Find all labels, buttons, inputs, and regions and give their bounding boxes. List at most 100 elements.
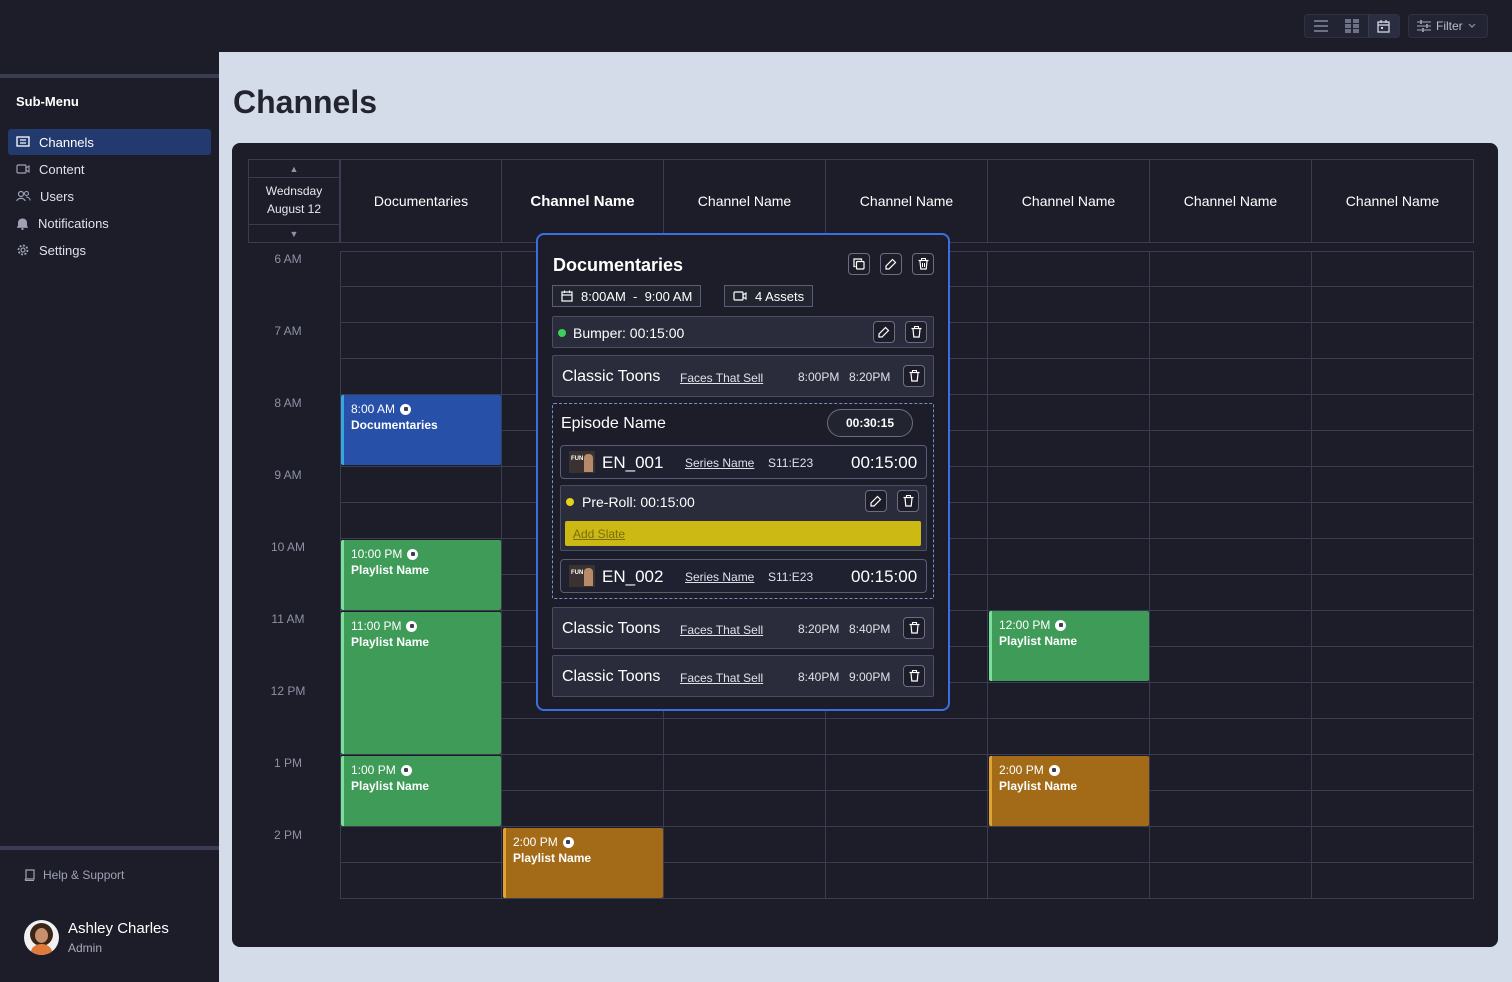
content-row[interactable]: Classic Toons Faces That Sell 8:20PM 8:4… bbox=[552, 607, 934, 649]
grid-cell[interactable] bbox=[988, 539, 1150, 575]
grid-cell[interactable] bbox=[1150, 431, 1312, 467]
grid-cell[interactable] bbox=[1312, 647, 1474, 683]
grid-cell[interactable] bbox=[1312, 251, 1474, 287]
grid-cell[interactable] bbox=[340, 863, 502, 899]
sidebar-item-users[interactable]: Users bbox=[8, 183, 211, 209]
grid-cell[interactable] bbox=[1150, 683, 1312, 719]
grid-cell[interactable] bbox=[1312, 467, 1474, 503]
delete-button[interactable] bbox=[912, 253, 934, 275]
grid-cell[interactable] bbox=[1150, 467, 1312, 503]
episode-item[interactable]: EN_002 Series Name S11:E23 00:15:00 bbox=[560, 559, 927, 593]
grid-cell[interactable] bbox=[1312, 611, 1474, 647]
filter-button[interactable]: Filter bbox=[1408, 14, 1488, 38]
grid-cell[interactable] bbox=[826, 719, 988, 755]
add-slate-button[interactable]: Add Slate bbox=[565, 521, 921, 546]
grid-cell[interactable] bbox=[988, 683, 1150, 719]
sidebar-item-channels[interactable]: Channels bbox=[8, 129, 211, 155]
edit-button[interactable] bbox=[865, 490, 887, 512]
schedule-event[interactable]: 2:00 PM Playlist Name bbox=[503, 828, 663, 898]
grid-cell[interactable] bbox=[826, 863, 988, 899]
delete-button[interactable] bbox=[905, 321, 927, 343]
list-view-icon[interactable] bbox=[1305, 15, 1336, 37]
grid-cell[interactable] bbox=[1150, 539, 1312, 575]
grid-cell[interactable] bbox=[988, 431, 1150, 467]
grid-cell[interactable] bbox=[1312, 431, 1474, 467]
grid-cell[interactable] bbox=[1150, 575, 1312, 611]
grid-cell[interactable] bbox=[1312, 755, 1474, 791]
grid-cell[interactable] bbox=[826, 755, 988, 791]
calendar-view-icon[interactable] bbox=[1367, 15, 1399, 37]
schedule-event[interactable]: 12:00 PM Playlist Name bbox=[989, 611, 1149, 681]
schedule-event[interactable]: 2:00 PM Playlist Name bbox=[989, 756, 1149, 826]
grid-cell[interactable] bbox=[1150, 323, 1312, 359]
sidebar-item-notifications[interactable]: Notifications bbox=[8, 210, 211, 236]
column-header[interactable]: Channel Name bbox=[988, 159, 1150, 243]
copy-button[interactable] bbox=[848, 253, 870, 275]
column-header[interactable]: Documentaries bbox=[340, 159, 502, 243]
grid-cell[interactable] bbox=[1150, 287, 1312, 323]
grid-cell[interactable] bbox=[988, 395, 1150, 431]
grid-cell[interactable] bbox=[1150, 647, 1312, 683]
grid-cell[interactable] bbox=[1312, 287, 1474, 323]
column-header[interactable]: Channel Name bbox=[1312, 159, 1474, 243]
grid-cell[interactable] bbox=[1312, 863, 1474, 899]
chevron-down-icon[interactable]: ▼ bbox=[249, 224, 339, 242]
grid-cell[interactable] bbox=[1312, 719, 1474, 755]
delete-button[interactable] bbox=[903, 665, 925, 687]
grid-cell[interactable] bbox=[988, 467, 1150, 503]
grid-cell[interactable] bbox=[826, 791, 988, 827]
column-header[interactable]: Channel Name bbox=[826, 159, 988, 243]
content-row[interactable]: Classic Toons Faces That Sell 8:40PM 9:0… bbox=[552, 655, 934, 697]
grid-cell[interactable] bbox=[1312, 683, 1474, 719]
grid-cell[interactable] bbox=[988, 575, 1150, 611]
grid-cell[interactable] bbox=[340, 251, 502, 287]
schedule-event[interactable]: 1:00 PM Playlist Name bbox=[341, 756, 501, 826]
chevron-up-icon[interactable]: ▲ bbox=[249, 160, 339, 178]
grid-cell[interactable] bbox=[340, 323, 502, 359]
bumper-row[interactable]: Bumper: 00:15:00 bbox=[552, 316, 934, 348]
grid-cell[interactable] bbox=[1312, 575, 1474, 611]
grid-cell[interactable] bbox=[340, 287, 502, 323]
sidebar-item-settings[interactable]: Settings bbox=[8, 237, 211, 263]
grid-cell[interactable] bbox=[1312, 827, 1474, 863]
grid-cell[interactable] bbox=[1312, 395, 1474, 431]
edit-button[interactable] bbox=[880, 253, 902, 275]
user-profile[interactable]: Ashley Charles Admin bbox=[24, 920, 169, 955]
delete-button[interactable] bbox=[903, 365, 925, 387]
grid-cell[interactable] bbox=[988, 323, 1150, 359]
preroll-row[interactable]: Pre-Roll: 00:15:00 Add Slate bbox=[560, 485, 927, 551]
grid-cell[interactable] bbox=[664, 791, 826, 827]
grid-cell[interactable] bbox=[988, 359, 1150, 395]
schedule-event[interactable]: 8:00 AM Documentaries bbox=[341, 395, 501, 465]
grid-cell[interactable] bbox=[502, 791, 664, 827]
series-link[interactable]: Series Name bbox=[685, 456, 754, 470]
grid-view-icon[interactable] bbox=[1336, 15, 1367, 37]
grid-cell[interactable] bbox=[988, 719, 1150, 755]
grid-cell[interactable] bbox=[826, 827, 988, 863]
delete-button[interactable] bbox=[903, 617, 925, 639]
grid-cell[interactable] bbox=[340, 467, 502, 503]
grid-cell[interactable] bbox=[988, 827, 1150, 863]
row-link[interactable]: Faces That Sell bbox=[680, 623, 763, 637]
content-row[interactable]: Classic Toons Faces That Sell 8:00PM 8:2… bbox=[552, 355, 934, 397]
grid-cell[interactable] bbox=[1150, 251, 1312, 287]
help-support-link[interactable]: Help & Support bbox=[24, 868, 124, 882]
column-header[interactable]: Channel Name bbox=[1150, 159, 1312, 243]
grid-cell[interactable] bbox=[1150, 359, 1312, 395]
grid-cell[interactable] bbox=[1150, 755, 1312, 791]
grid-cell[interactable] bbox=[340, 827, 502, 863]
grid-cell[interactable] bbox=[988, 863, 1150, 899]
grid-cell[interactable] bbox=[664, 719, 826, 755]
grid-cell[interactable] bbox=[1312, 359, 1474, 395]
series-link[interactable]: Series Name bbox=[685, 570, 754, 584]
schedule-event[interactable]: 11:00 PM Playlist Name bbox=[341, 612, 501, 754]
grid-cell[interactable] bbox=[988, 503, 1150, 539]
edit-button[interactable] bbox=[873, 321, 895, 343]
row-link[interactable]: Faces That Sell bbox=[680, 671, 763, 685]
grid-cell[interactable] bbox=[664, 827, 826, 863]
grid-cell[interactable] bbox=[1150, 827, 1312, 863]
grid-cell[interactable] bbox=[664, 863, 826, 899]
grid-cell[interactable] bbox=[1150, 863, 1312, 899]
grid-cell[interactable] bbox=[1312, 539, 1474, 575]
grid-cell[interactable] bbox=[988, 251, 1150, 287]
